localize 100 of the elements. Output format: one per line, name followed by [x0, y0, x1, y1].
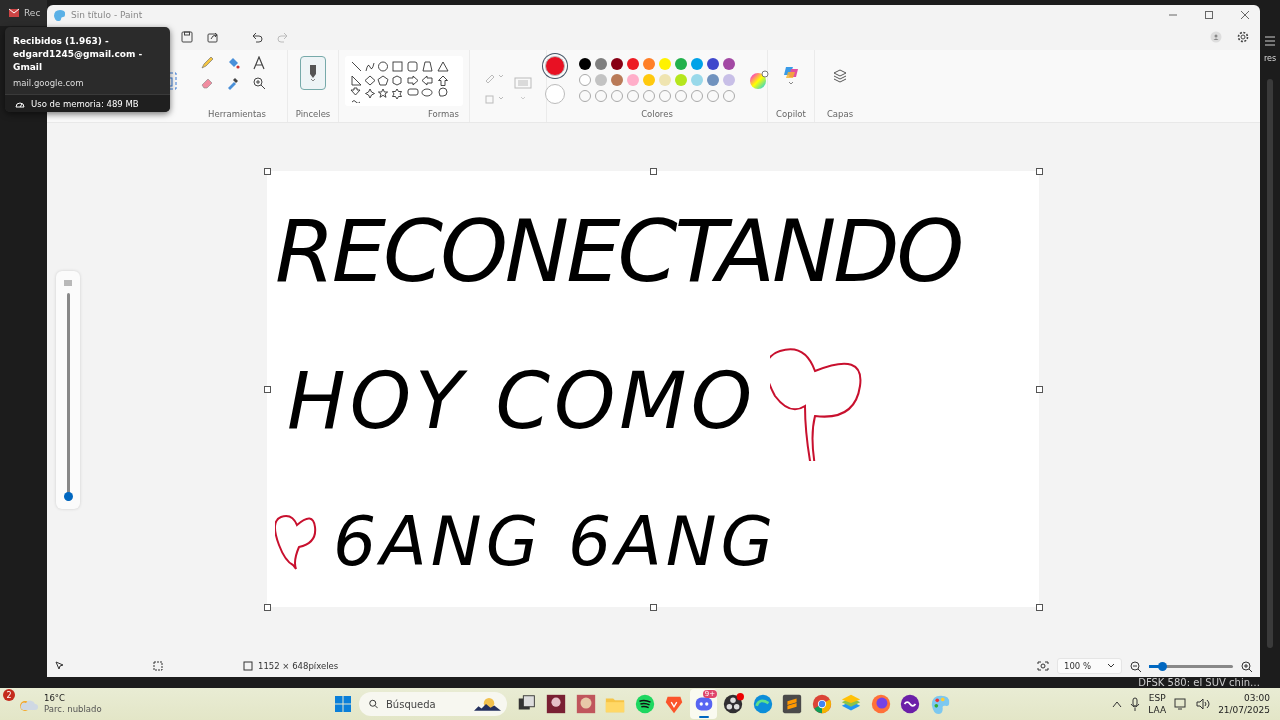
color-picker-icon[interactable] — [226, 76, 240, 90]
partial-label: res — [1263, 54, 1277, 63]
brush-button[interactable] — [300, 56, 326, 90]
palette-swatch[interactable] — [627, 58, 639, 70]
palette-swatch[interactable] — [675, 58, 687, 70]
account-icon[interactable] — [1210, 31, 1222, 43]
fit-to-window-icon[interactable] — [1037, 661, 1049, 671]
group-label: Capas — [826, 109, 854, 119]
resize-handle[interactable] — [264, 604, 271, 611]
group-label: Colores — [641, 109, 673, 119]
resize-handle[interactable] — [1036, 168, 1043, 175]
wave-browser-icon — [751, 693, 774, 715]
mask-app-icon — [899, 693, 921, 715]
tooltip-url: mail.google.com — [13, 78, 85, 88]
weather-condition: Parc. nublado — [44, 704, 102, 715]
primary-color-swatch[interactable] — [545, 56, 565, 76]
palette-swatch[interactable] — [675, 74, 687, 86]
palette-swatch[interactable] — [627, 74, 639, 86]
eraser-icon[interactable] — [200, 76, 214, 90]
palette-swatch[interactable] — [723, 58, 735, 70]
resize-handle[interactable] — [264, 386, 271, 393]
undo-icon[interactable] — [251, 31, 263, 43]
handwritten-text: HOY COMO — [286, 356, 757, 447]
text-tool-icon[interactable] — [252, 56, 266, 70]
zoom-slider[interactable] — [1149, 664, 1233, 668]
group-label: Pinceles — [295, 109, 331, 119]
palette-swatch[interactable] — [611, 58, 623, 70]
palette-swatch[interactable] — [723, 74, 735, 86]
music-app-icon — [633, 693, 656, 715]
search-field[interactable]: Búsqueda — [386, 698, 466, 710]
zoom-out-icon[interactable] — [1130, 660, 1141, 672]
zoom-in-icon[interactable] — [1241, 660, 1252, 672]
editor-app-icon — [781, 693, 803, 715]
palette-swatch[interactable] — [659, 58, 671, 70]
handwritten-text: RECONECTANDO — [275, 201, 962, 302]
tooltip-title: Recibidos (1.963) - edgard1245@gmail.com - Gmail — [13, 35, 144, 74]
save-icon[interactable] — [181, 31, 193, 43]
recorder-app-icon — [722, 693, 744, 715]
resize-handle[interactable] — [1036, 386, 1043, 393]
copilot-icon[interactable] — [782, 64, 800, 86]
volume-icon[interactable] — [1196, 698, 1211, 710]
palette-swatch[interactable] — [579, 74, 591, 86]
resize-handle[interactable] — [650, 168, 657, 175]
palette-swatch[interactable] — [691, 58, 703, 70]
window-title: Sin título - Paint — [71, 9, 143, 20]
resize-handle[interactable] — [264, 168, 271, 175]
photo-app-icon — [574, 693, 597, 715]
zoom-dropdown[interactable]: 100 % — [1057, 658, 1122, 674]
palette-swatch[interactable] — [611, 74, 623, 86]
layers-icon[interactable] — [832, 68, 848, 84]
color-wheel-icon[interactable] — [749, 70, 769, 90]
palette-swatch[interactable] — [707, 58, 719, 70]
stroke-size-icon[interactable] — [63, 279, 73, 287]
fox-browser-icon — [869, 693, 892, 715]
microphone-icon[interactable] — [1130, 697, 1141, 711]
photo-app-icon — [545, 693, 567, 715]
settings-icon[interactable] — [1236, 30, 1250, 44]
palette-swatch[interactable] — [691, 74, 703, 86]
chevron-down-icon[interactable] — [1107, 663, 1115, 669]
pointer-icon[interactable] — [55, 661, 65, 671]
chevron-up-icon[interactable] — [1112, 700, 1123, 708]
palette-swatch[interactable] — [707, 74, 719, 86]
search-bar[interactable]: Búsqueda — [359, 692, 507, 716]
round-browser-icon — [810, 693, 833, 715]
network-icon[interactable] — [1174, 698, 1189, 710]
paint-app-icon[interactable] — [53, 8, 65, 21]
menu-icon[interactable] — [1264, 36, 1276, 46]
close-icon[interactable] — [1240, 9, 1250, 20]
brush-size-slider[interactable] — [56, 271, 80, 509]
shapes-gallery[interactable] — [345, 56, 463, 106]
palette-swatch[interactable] — [643, 74, 655, 86]
input-language[interactable]: ESP LAA — [1148, 692, 1167, 716]
pencil-icon[interactable] — [200, 56, 214, 70]
palette-swatch[interactable] — [643, 58, 655, 70]
moon-scene-icon[interactable] — [474, 695, 501, 713]
canvas-size-icon[interactable] — [243, 661, 253, 671]
share-icon[interactable] — [207, 31, 219, 43]
slider-thumb[interactable] — [63, 491, 73, 501]
temperature: 16°C — [44, 693, 66, 704]
maximize-icon[interactable] — [1204, 9, 1214, 20]
mail-app-icon[interactable] — [8, 7, 20, 19]
palette-swatch[interactable] — [595, 58, 607, 70]
palette-swatch[interactable] — [579, 58, 591, 70]
browser-tab[interactable]: Rec — [0, 0, 47, 26]
palette-swatch[interactable] — [595, 74, 607, 86]
resize-handle[interactable] — [650, 604, 657, 611]
group-label: Copilot — [776, 109, 806, 119]
memory-usage: Uso de memoria: 489 MB — [31, 98, 139, 109]
clock[interactable]: 03:00 21/07/2025 — [1218, 692, 1270, 716]
search-icon[interactable] — [369, 698, 378, 710]
palette-swatch[interactable] — [659, 74, 671, 86]
resize-handle[interactable] — [1036, 604, 1043, 611]
brush-icon[interactable] — [307, 64, 319, 82]
group-label: Herramientas — [208, 109, 266, 119]
secondary-color-swatch[interactable] — [545, 84, 565, 104]
start-icon[interactable] — [335, 696, 351, 712]
magnifier-icon[interactable] — [252, 76, 266, 90]
handwritten-text: 6ANG 6ANG — [333, 501, 778, 581]
news-headline[interactable]: DFSK 580: el SUV chin… — [1138, 677, 1260, 688]
selection-icon[interactable] — [153, 661, 163, 671]
